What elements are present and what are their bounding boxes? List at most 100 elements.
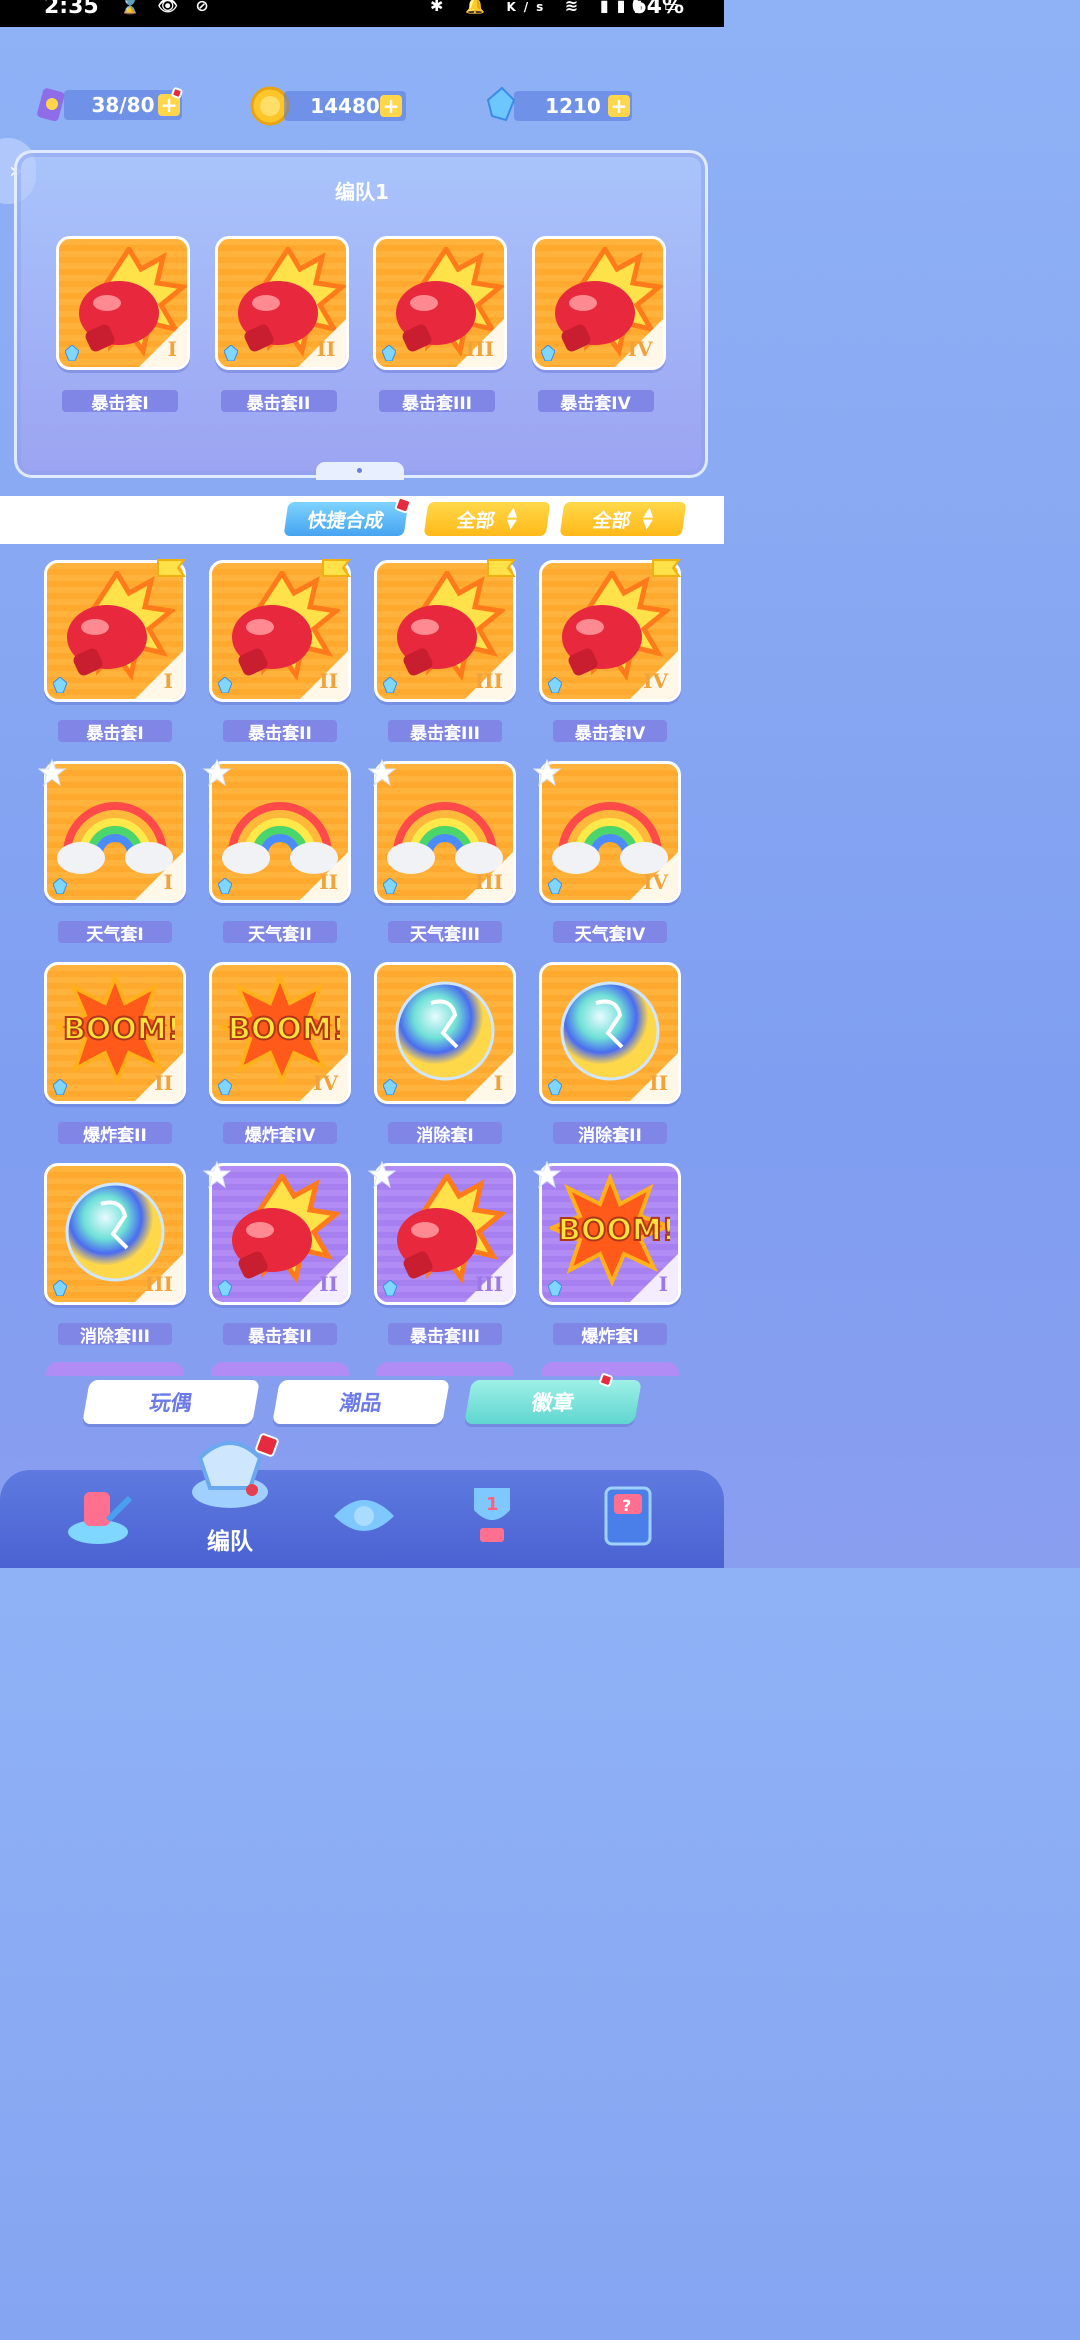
team-slot-label: 暴击套I xyxy=(62,390,178,414)
equipped-flag-icon xyxy=(651,558,681,580)
gem-icon xyxy=(52,1279,68,1297)
filter-dropdown-1[interactable]: 全部 ▲ ▼ xyxy=(423,502,551,536)
badge-card[interactable]: I xyxy=(44,560,186,702)
badge-label: 爆炸套IV xyxy=(223,1122,337,1146)
team-slot-3[interactable]: III xyxy=(373,236,507,370)
net-speed-unit: K/s xyxy=(506,0,552,14)
svg-text:BOOM!: BOOM! xyxy=(228,1012,340,1047)
tier-numeral: IV xyxy=(627,337,653,361)
badge-card[interactable]: I xyxy=(374,962,516,1104)
svg-text:?: ? xyxy=(622,1496,631,1515)
tab-dolls[interactable]: 玩偶 xyxy=(82,1380,260,1424)
svg-text:1: 1 xyxy=(486,1494,499,1515)
gem-icon xyxy=(64,344,80,362)
nav-active-label: 编队 xyxy=(207,1529,253,1555)
team-slot-label: 暴击套II xyxy=(220,390,337,414)
sort-updown-icon: ▲ ▼ xyxy=(505,505,519,532)
equipped-flag-icon xyxy=(486,558,516,580)
tier-numeral: II xyxy=(319,669,338,693)
star-icon xyxy=(532,758,562,787)
star-icon xyxy=(367,758,397,787)
badge-label: 暴击套II xyxy=(223,1323,337,1347)
home-return-icon[interactable] xyxy=(58,1480,138,1550)
badge-card[interactable]: BOOM! II xyxy=(44,962,186,1104)
team-slot-4[interactable]: IV xyxy=(531,236,666,370)
tier-numeral: II xyxy=(316,337,336,361)
badge-label: 天气套I xyxy=(58,921,172,945)
tier-numeral: I xyxy=(163,870,173,894)
gamepad-icon[interactable] xyxy=(324,1480,404,1550)
equipped-flag-icon xyxy=(156,558,186,580)
tier-numeral: II xyxy=(649,1071,668,1095)
status-bar: 2:35 ⌛ 👁 ⊘ ✱ 🔔 K/s ≋ ▮▮▮ ▭ 64% xyxy=(0,0,724,27)
tier-numeral: I xyxy=(167,337,177,361)
sort-updown-icon: ▲ ▼ xyxy=(641,505,655,532)
badge-card[interactable]: III xyxy=(44,1163,186,1305)
badge-label: 消除套I xyxy=(388,1122,502,1146)
tab-trendy[interactable]: 潮品 xyxy=(272,1380,450,1424)
notification-icons: ⌛ 👁 ⊘ xyxy=(120,0,215,15)
card-corner xyxy=(135,852,183,900)
badge-label: 爆炸套I xyxy=(553,1323,667,1347)
gem-icon xyxy=(547,877,563,895)
gem-icon xyxy=(547,676,563,694)
filter-dropdown-2[interactable]: 全部 ▲ ▼ xyxy=(559,502,687,536)
quick-compose-button[interactable]: 快捷合成 xyxy=(283,502,409,536)
gem-icon xyxy=(217,1279,233,1297)
card-corner xyxy=(139,319,187,367)
star-icon xyxy=(367,1160,397,1189)
resource-bar: 38/80 + 14480 + 1210 + xyxy=(0,86,724,126)
card-corner xyxy=(465,1053,513,1101)
tier-numeral: III xyxy=(474,669,503,693)
gem-icon xyxy=(547,1078,563,1096)
tier-numeral: III xyxy=(144,1272,173,1296)
team-slot-label: 暴击套III xyxy=(379,390,495,414)
svg-text:BOOM!: BOOM! xyxy=(558,1213,670,1248)
badge-card[interactable]: IV xyxy=(539,560,681,702)
star-icon xyxy=(532,1160,562,1189)
badge-label: 消除套II xyxy=(553,1122,667,1146)
team-slot-1[interactable]: I xyxy=(56,236,190,370)
team-slot-label: 暴击套IV xyxy=(537,390,654,414)
badge-label: 暴击套II xyxy=(223,720,337,744)
tab-badges[interactable]: 徽章 xyxy=(464,1380,642,1424)
badge-card[interactable]: BOOM! IV xyxy=(209,962,351,1104)
badge-label: 天气套II xyxy=(223,921,337,945)
badge-label: 消除套III xyxy=(58,1323,172,1347)
filter-1-label: 全部 xyxy=(455,509,497,532)
gem-icon xyxy=(539,344,556,362)
mystery-machine-icon[interactable]: ? xyxy=(590,1480,670,1550)
gem-icon xyxy=(217,877,233,895)
gem-icon xyxy=(381,344,397,362)
badge-card[interactable]: II xyxy=(209,560,351,702)
gem-icon xyxy=(382,877,398,895)
tier-numeral: III xyxy=(465,337,494,361)
tier-numeral: IV xyxy=(643,870,668,894)
tier-numeral: I xyxy=(658,1272,668,1296)
star-icon xyxy=(202,758,232,787)
coin-add-button[interactable]: + xyxy=(380,95,402,117)
tier-numeral: II xyxy=(319,870,338,894)
tier-numeral: III xyxy=(474,870,503,894)
team-slot-2[interactable]: II xyxy=(214,236,349,370)
status-time: 2:35 xyxy=(44,0,99,19)
gem-icon xyxy=(52,877,68,895)
whistle-team-icon[interactable] xyxy=(180,1428,280,1518)
gem-icon xyxy=(547,1279,563,1297)
gem-icon xyxy=(217,1078,233,1096)
gem-icon xyxy=(382,676,398,694)
card-corner xyxy=(135,651,183,699)
star-icon xyxy=(202,1160,232,1189)
svg-text:BOOM!: BOOM! xyxy=(63,1012,175,1047)
gem-icon xyxy=(382,1078,398,1096)
gem-icon xyxy=(52,1078,68,1096)
crystal-add-button[interactable]: + xyxy=(608,95,630,117)
trophy-icon[interactable]: 1 xyxy=(452,1480,532,1550)
badge-label: 暴击套IV xyxy=(553,720,667,744)
page-dot xyxy=(357,468,362,473)
badge-label: 天气套III xyxy=(388,921,502,945)
badge-card[interactable]: II xyxy=(539,962,681,1104)
tier-numeral: I xyxy=(163,669,173,693)
star-icon xyxy=(37,758,67,787)
badge-card[interactable]: III xyxy=(374,560,516,702)
